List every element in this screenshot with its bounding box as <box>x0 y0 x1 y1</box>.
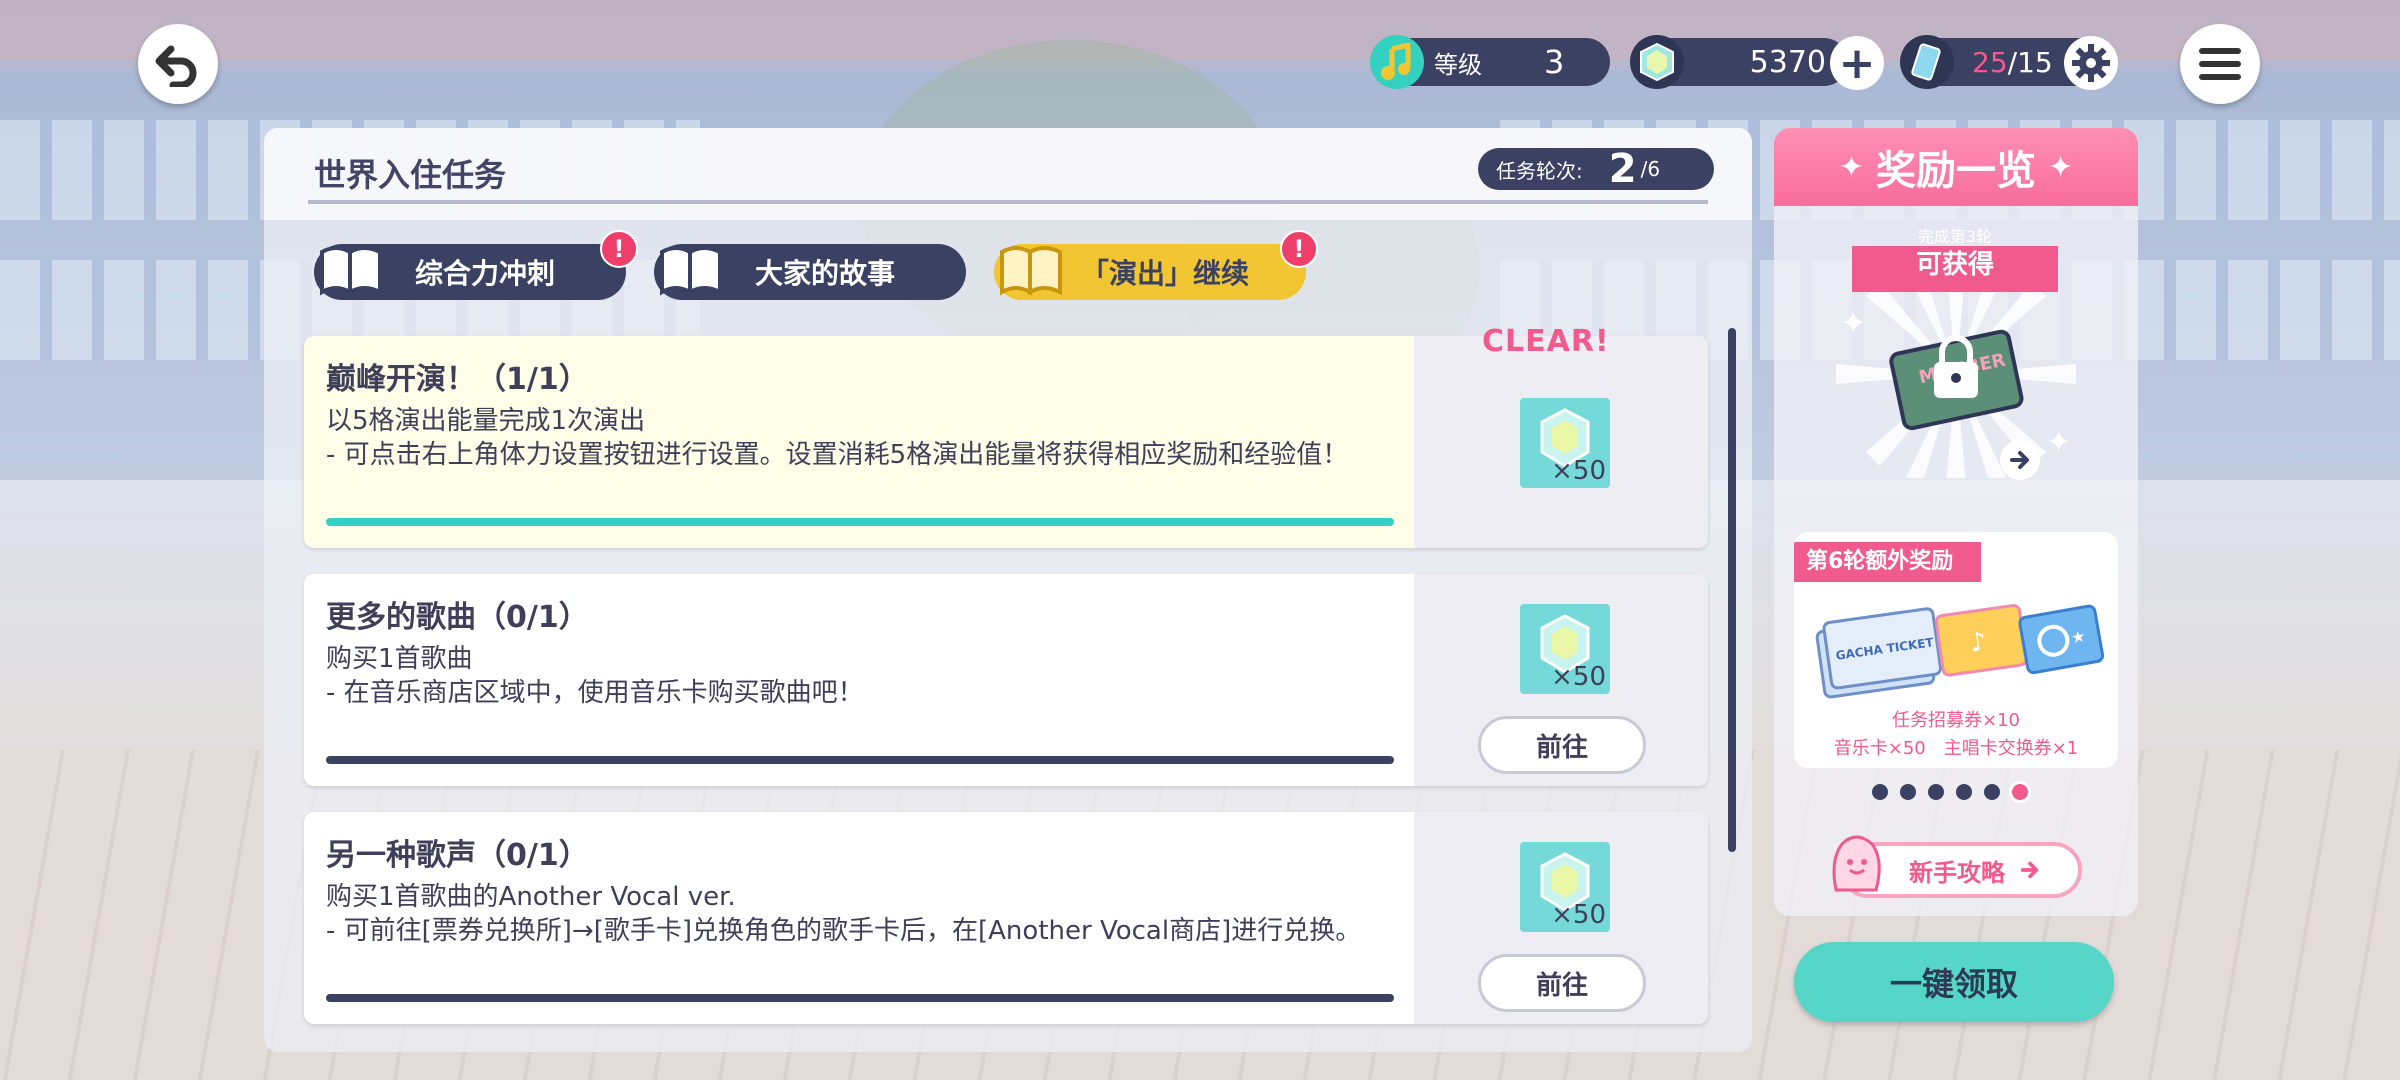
tab-label: 大家的故事 <box>754 257 895 290</box>
music-note-icon <box>1370 35 1424 89</box>
round-label: 任务轮次: <box>1496 158 1583 183</box>
round-total: /6 <box>1640 157 1661 181</box>
alert-badge: ! <box>1280 230 1318 268</box>
go-button[interactable]: 前往 <box>1478 716 1646 774</box>
carousel-dot[interactable] <box>1900 784 1916 800</box>
mission-description: 购买1首歌曲 - 在音乐商店区域中，使用音乐卡购买歌曲吧！ <box>326 644 864 708</box>
rewards-header: ✦ 奖励一览 ✦ <box>1774 128 2138 206</box>
tab-everyones-story[interactable]: 大家的故事 <box>654 244 966 300</box>
carousel-dots <box>1872 784 2028 800</box>
gem-count: 5370 <box>1749 44 1826 80</box>
reward-item: ×50 <box>1520 604 1610 694</box>
carousel-dot[interactable] <box>1984 784 2000 800</box>
next-reward-button[interactable] <box>2000 440 2040 480</box>
tab-label: 「演出」继续 <box>1080 257 1249 290</box>
energy-ticket-icon <box>1900 35 1954 89</box>
menu-button[interactable] <box>2180 24 2260 104</box>
sparkle-icon: ✦ <box>1838 149 1864 185</box>
energy-current: 25 <box>1972 45 2008 79</box>
progress-bar <box>326 756 1394 764</box>
gem-icon <box>1630 35 1684 89</box>
tab-label: 综合力冲刺 <box>414 257 555 290</box>
level-value: 3 <box>1544 43 1565 81</box>
back-button[interactable] <box>138 24 218 104</box>
alert-badge: ! <box>600 230 638 268</box>
go-button[interactable]: 前往 <box>1478 954 1646 1012</box>
energy-max: /15 <box>2007 45 2053 79</box>
panel-header: 世界入住任务 任务轮次: 2 /6 <box>264 128 1752 220</box>
mission-description: 购买1首歌曲的Another Vocal ver. - 可前往[票券兑换所]→[… <box>326 882 1362 946</box>
carousel-dot-active[interactable] <box>2012 784 2028 800</box>
carousel-dot[interactable] <box>1956 784 1972 800</box>
mission-scrollbar[interactable] <box>1728 328 1736 852</box>
tab-power-sprint[interactable]: 综合力冲刺 ! <box>314 230 638 300</box>
mission-title: 更多的歌曲（0/1） <box>326 600 589 635</box>
energy-readout: 25/15 <box>1972 46 2053 79</box>
add-gems-button[interactable]: + <box>1830 36 1884 90</box>
reward-quantity: ×50 <box>1551 662 1606 692</box>
mission-description: 以5格演出能量完成1次演出 - 可点击右上角体力设置按钮进行设置。设置消耗5格演… <box>326 406 1349 470</box>
level-label: 等级 <box>1434 50 1482 79</box>
reward-item: ×50 <box>1520 842 1610 932</box>
tickets-illustration: GACHA TICKET ♪ ★ <box>1815 604 2104 699</box>
beginner-guide-button[interactable]: 新手攻略 <box>1832 835 2082 898</box>
bonus-reward-card[interactable]: 第6轮额外奖励 GACHA TICKET ♪ ★ 任务招募券×10 音乐卡×50… <box>1794 532 2118 768</box>
round-current: 2 <box>1608 146 1637 192</box>
reward-item: ×50 <box>1520 398 1610 488</box>
panel-title: 世界入住任务 <box>314 156 507 194</box>
book-icon <box>1000 246 1062 296</box>
mission-item: 更多的歌曲（0/1） 购买1首歌曲 - 在音乐商店区域中，使用音乐卡购买歌曲吧！… <box>304 574 1708 786</box>
clear-stamp: CLEAR! <box>1482 324 1610 359</box>
bonus-line1: 任务招募券×10 <box>1892 710 2020 731</box>
header-divider <box>308 200 1708 204</box>
back-arrow-icon <box>155 45 197 87</box>
arrow-right-icon <box>2010 451 2029 469</box>
progress-bar <box>326 518 1394 526</box>
mascot-icon <box>1832 835 1881 892</box>
sparkle-icon: ✦ <box>1840 304 1867 342</box>
hamburger-menu-icon <box>2199 48 2241 80</box>
reward-ribbon: 完成第3轮 可获得 <box>1852 228 2058 292</box>
mission-title: 另一种歌声（0/1） <box>326 838 589 873</box>
mission-item: 另一种歌声（0/1） 购买1首歌曲的Another Vocal ver. - 可… <box>304 812 1708 1024</box>
energy-settings-button[interactable] <box>2064 36 2118 90</box>
mission-panel: 世界入住任务 任务轮次: 2 /6 综合力冲刺 ! 大家的故事 「演出」继续 !… <box>264 128 1752 1052</box>
sparkle-icon: ✦ <box>2048 149 2074 185</box>
tab-performance-continue[interactable]: 「演出」继续 ! <box>994 230 1318 300</box>
sparkle-icon: ✦ <box>2046 425 2071 460</box>
guide-label: 新手攻略 <box>1909 858 2005 887</box>
plus-icon: + <box>1838 37 1876 89</box>
gear-icon <box>2072 44 2110 82</box>
gem-display: 5370 <box>1630 35 1848 89</box>
claim-all-button[interactable]: 一键领取 <box>1794 942 2114 1022</box>
rewards-panel: ✦ 奖励一览 ✦ MEMBER ✦ ✦ 完成第3轮 可获得 第6 <box>1774 128 2138 916</box>
carousel-dot[interactable] <box>1872 784 1888 800</box>
book-icon <box>660 246 722 296</box>
mission-item: 巅峰开演！（1/1） 以5格演出能量完成1次演出 - 可点击右上角体力设置按钮进… <box>304 336 1708 548</box>
progress-bar <box>326 994 1394 1002</box>
level-display: 等级 3 <box>1370 35 1610 89</box>
bonus-tag: 第6轮额外奖励 <box>1794 542 1982 582</box>
rewards-title: 奖励一览 <box>1876 148 2036 194</box>
bonus-line2: 音乐卡×50 主唱卡交换券×1 <box>1833 738 2079 759</box>
arrow-right-icon <box>2020 861 2039 879</box>
round-counter: 任务轮次: 2 /6 <box>1478 146 1714 192</box>
mission-title: 巅峰开演！（1/1） <box>326 362 589 397</box>
carousel-dot[interactable] <box>1928 784 1944 800</box>
reward-quantity: ×50 <box>1551 900 1606 930</box>
ribbon-line2: 可获得 <box>1915 250 1994 280</box>
book-icon <box>320 246 382 296</box>
reward-quantity: ×50 <box>1551 456 1606 486</box>
